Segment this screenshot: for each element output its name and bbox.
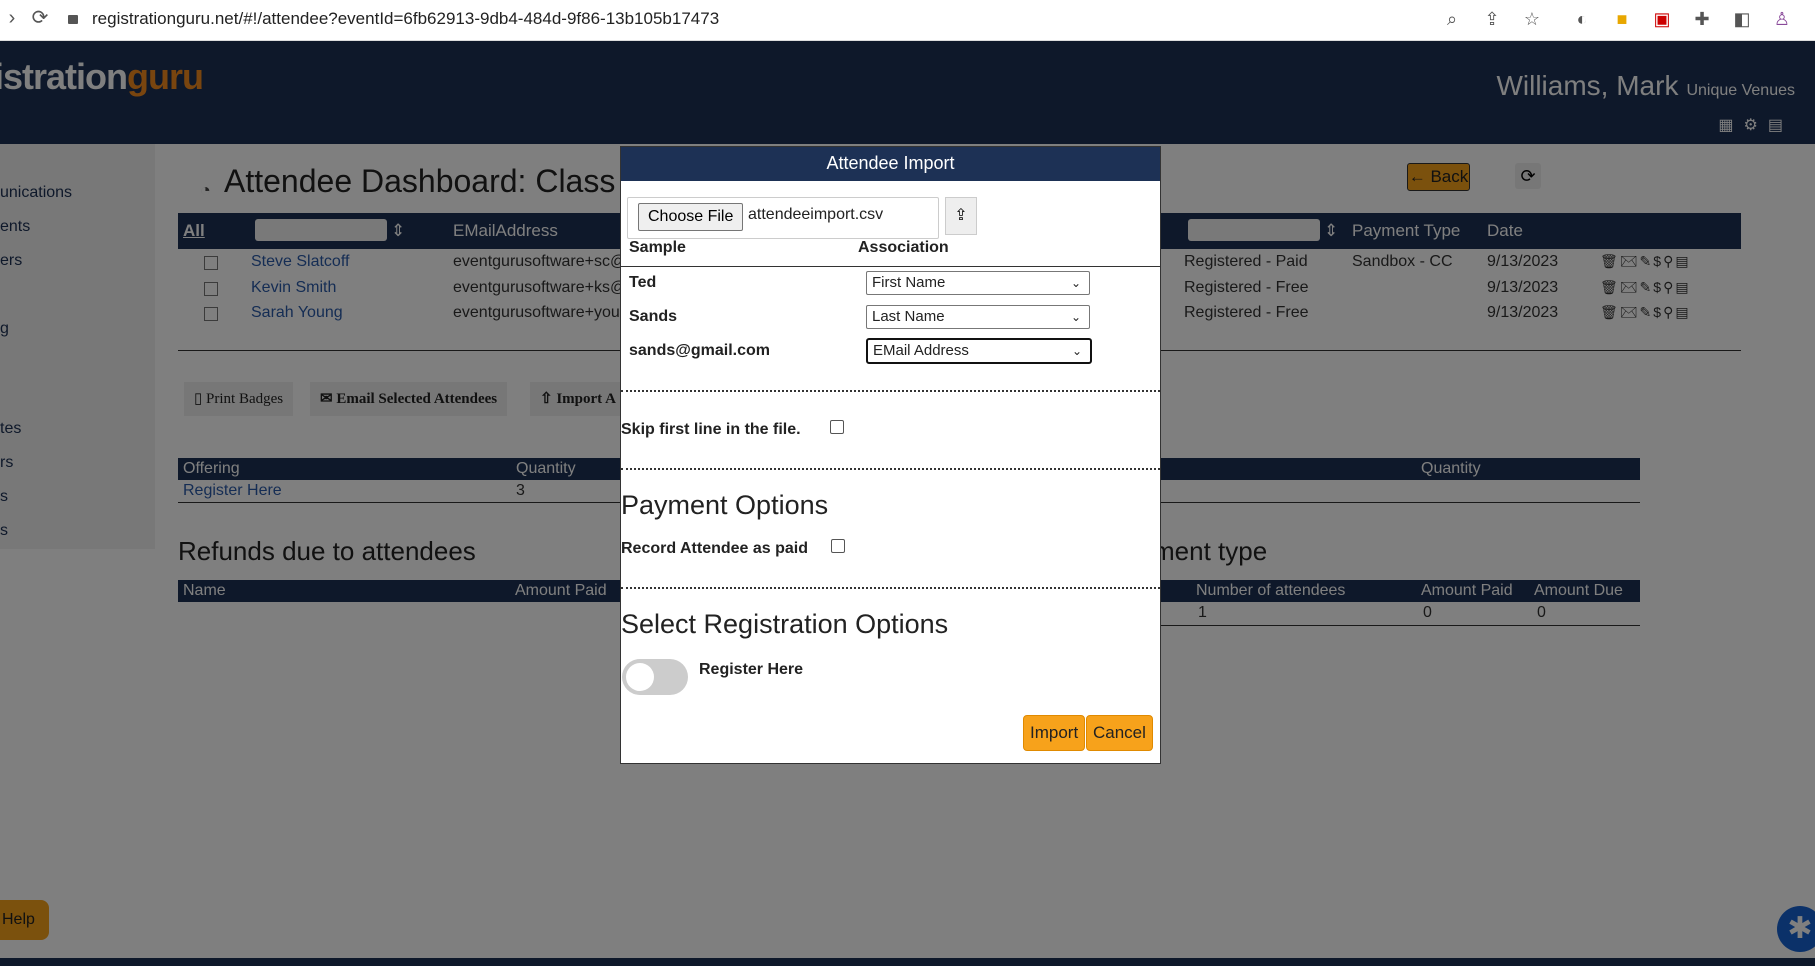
upload-icon: ⇪ (954, 207, 968, 224)
association-selected: Last Name (872, 308, 945, 325)
share-icon[interactable]: ⇪ (1481, 8, 1503, 30)
registration-options-title: Select Registration Options (621, 609, 949, 639)
file-input[interactable]: Choose File attendeeimport.csv (627, 197, 939, 239)
skip-first-line-label: Skip first line in the file. (621, 421, 801, 438)
sample-value: Ted (629, 274, 657, 291)
side-panel-icon[interactable]: ◧ (1731, 8, 1753, 30)
extension-g-icon[interactable]: ◐ (1571, 8, 1593, 30)
lock-icon (68, 15, 78, 24)
modal-title: Attendee Import (621, 147, 1160, 181)
attendee-import-modal: Attendee Import Choose File attendeeimpo… (620, 146, 1161, 764)
association-select-email[interactable]: EMail Address ⌄ (866, 338, 1092, 364)
bookmark-star-icon[interactable]: ☆ (1521, 8, 1543, 30)
association-select-first[interactable]: First Name ⌄ (866, 271, 1090, 295)
register-here-toggle[interactable] (622, 659, 688, 695)
extension-chat-icon[interactable]: ■ (1611, 8, 1633, 30)
sample-value: Sands (629, 308, 678, 325)
record-paid-label: Record Attendee as paid (621, 540, 809, 557)
chevron-down-icon: ⌄ (1071, 344, 1082, 358)
section-divider (621, 587, 1160, 589)
reload-icon[interactable]: ⟳ (28, 6, 52, 30)
col-sample: Sample (629, 239, 686, 256)
sample-value: sands@gmail.com (629, 342, 770, 359)
col-association: Association (858, 239, 949, 256)
association-selected: EMail Address (873, 342, 969, 359)
zoom-icon[interactable]: ⌕ (1441, 8, 1463, 30)
payment-options-title: Payment Options (621, 490, 829, 520)
association-selected: First Name (872, 274, 946, 291)
cancel-button[interactable]: Cancel (1086, 715, 1153, 751)
browser-toolbar: › ⟳ registrationguru.net/#!/attendee?eve… (0, 0, 1815, 41)
upload-button[interactable]: ⇪ (945, 197, 977, 235)
section-divider (621, 468, 1160, 470)
choose-file-button[interactable]: Choose File (638, 203, 744, 231)
file-name: attendeeimport.csv (748, 206, 884, 223)
toggle-knob (626, 663, 654, 691)
import-button[interactable]: Import (1023, 715, 1086, 751)
extension-pdf-icon[interactable]: ▣ (1651, 8, 1673, 30)
profile-avatar-icon[interactable]: ♙ (1771, 8, 1793, 30)
chevron-down-icon: ⌄ (1070, 310, 1081, 324)
section-divider (621, 390, 1160, 392)
header-rule (621, 266, 1160, 267)
association-select-last[interactable]: Last Name ⌄ (866, 305, 1090, 329)
skip-first-line-checkbox[interactable] (830, 420, 844, 434)
extensions-puzzle-icon[interactable]: ✚ (1691, 8, 1713, 30)
url-text: registrationguru.net/#!/attendee?eventId… (92, 9, 720, 28)
address-bar[interactable]: registrationguru.net/#!/attendee?eventId… (68, 4, 1468, 34)
chevron-down-icon: ⌄ (1070, 276, 1081, 290)
record-paid-checkbox[interactable] (831, 539, 845, 553)
back-arrow-icon[interactable]: › (0, 6, 24, 30)
registration-option-label: Register Here (699, 661, 804, 678)
